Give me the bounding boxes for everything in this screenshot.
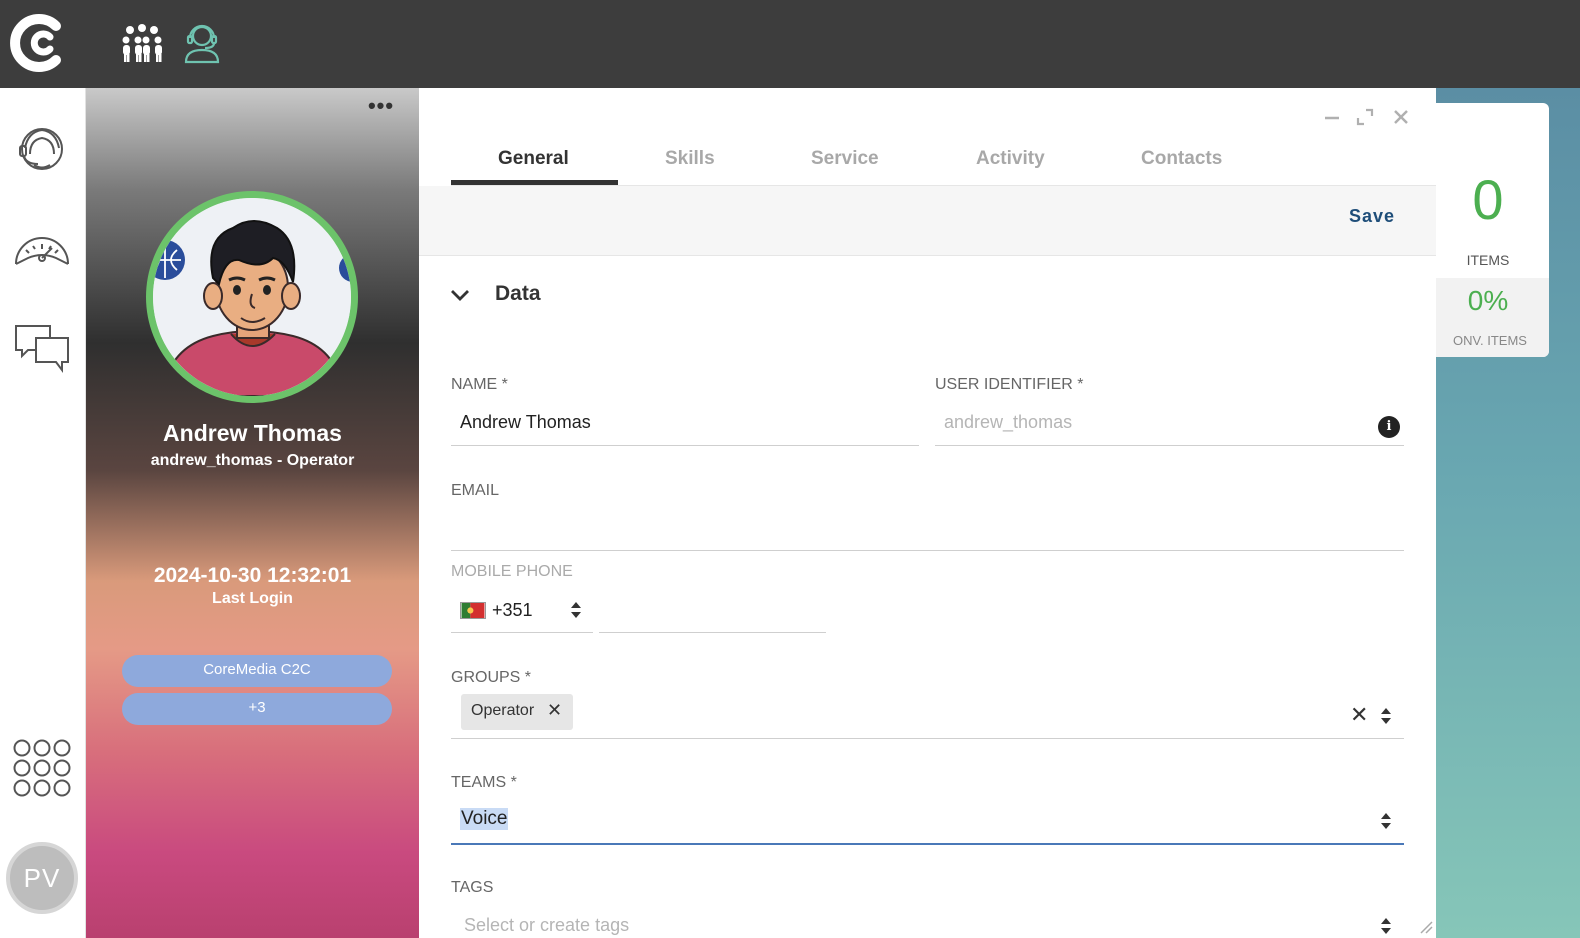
form-area: General Skills Service Activity Contacts… <box>419 88 1436 938</box>
name-underline <box>451 445 919 446</box>
tab-skills[interactable]: Skills <box>665 148 715 170</box>
tab-activity[interactable]: Activity <box>976 148 1045 170</box>
user-identifier-label: USER IDENTIFIER * <box>935 376 1084 393</box>
teams-underline <box>451 843 1404 845</box>
last-login-date: 2024-10-30 12:32:01 <box>153 564 352 587</box>
maximize-icon[interactable] <box>1354 106 1376 128</box>
sort-arrows-icon[interactable] <box>570 600 582 620</box>
dashboard-gauge-icon[interactable] <box>12 218 72 278</box>
country-code-select[interactable]: +351 <box>492 600 533 621</box>
agent-headset-icon[interactable] <box>12 118 72 178</box>
teams-select[interactable]: Voice <box>460 808 509 830</box>
group-pill[interactable]: CoreMedia C2C <box>122 655 392 687</box>
left-sidebar: PV <box>0 88 86 938</box>
groups-dropdown-icon[interactable] <box>1380 706 1392 726</box>
user-avatar[interactable]: PV <box>6 842 78 914</box>
clear-groups-icon[interactable]: ✕ <box>1350 702 1368 728</box>
cartoon-person-illustration <box>153 198 351 396</box>
groups-underline <box>451 738 1404 739</box>
teams-dropdown-icon[interactable] <box>1380 811 1392 831</box>
tab-general[interactable]: General <box>498 148 569 170</box>
user-edit-modal: ••• Andrew Thomas andrew_thomas - Operat… <box>86 88 1436 938</box>
group-chip: Operator ✕ <box>461 694 573 730</box>
conversion-percent: 0% <box>1467 285 1509 316</box>
mobile-phone-label: MOBILE PHONE <box>451 563 573 580</box>
tab-service[interactable]: Service <box>811 148 879 170</box>
last-login-label: Last Login <box>212 590 293 607</box>
team-icon[interactable] <box>118 18 166 66</box>
minimize-icon[interactable] <box>1321 106 1343 128</box>
remove-chip-icon[interactable]: ✕ <box>547 700 562 721</box>
mobile-number-underline <box>599 632 826 633</box>
section-title: Data <box>495 282 541 305</box>
active-tab-indicator <box>451 180 618 185</box>
profile-panel: ••• Andrew Thomas andrew_thomas - Operat… <box>86 88 419 938</box>
more-groups-pill[interactable]: +3 <box>122 693 392 725</box>
c-logo-icon[interactable] <box>10 12 68 74</box>
country-code-underline <box>451 632 593 633</box>
email-underline <box>451 550 1404 551</box>
group-chip-label: Operator <box>471 702 535 719</box>
tags-label: TAGS <box>451 879 494 896</box>
apps-grid-icon[interactable] <box>12 738 72 798</box>
tags-input[interactable]: Select or create tags <box>464 915 629 936</box>
save-toolbar: Save <box>419 186 1436 256</box>
profile-role: andrew_thomas - Operator <box>150 452 355 469</box>
top-bar <box>0 0 1580 88</box>
user-identifier-input: andrew_thomas <box>944 412 1073 432</box>
teams-label: TEAMS * <box>451 774 517 791</box>
info-icon[interactable]: i <box>1378 416 1400 438</box>
tab-bar: General Skills Service Activity Contacts <box>451 138 1436 186</box>
name-input[interactable]: Andrew Thomas <box>460 412 591 433</box>
user-identifier-underline <box>935 445 1404 446</box>
profile-avatar <box>146 191 358 403</box>
save-button[interactable]: Save <box>1349 206 1395 227</box>
resize-handle-icon[interactable] <box>1419 920 1433 934</box>
chat-bubbles-icon[interactable] <box>12 318 72 378</box>
profile-name: Andrew Thomas <box>163 420 342 446</box>
operator-headset-icon[interactable] <box>178 18 226 66</box>
items-count-label: ITEMS <box>1466 252 1510 268</box>
email-label: EMAIL <box>451 482 500 499</box>
name-label: NAME * <box>451 376 508 393</box>
more-options-icon[interactable]: ••• <box>364 95 398 124</box>
chevron-down-icon[interactable] <box>449 284 471 306</box>
portugal-flag-icon[interactable] <box>460 602 486 619</box>
conversion-label: ONV. ITEMS <box>1453 333 1527 348</box>
tags-dropdown-icon[interactable] <box>1380 916 1392 936</box>
groups-label: GROUPS * <box>451 669 532 686</box>
close-icon[interactable] <box>1390 106 1412 128</box>
tab-contacts[interactable]: Contacts <box>1141 148 1222 170</box>
